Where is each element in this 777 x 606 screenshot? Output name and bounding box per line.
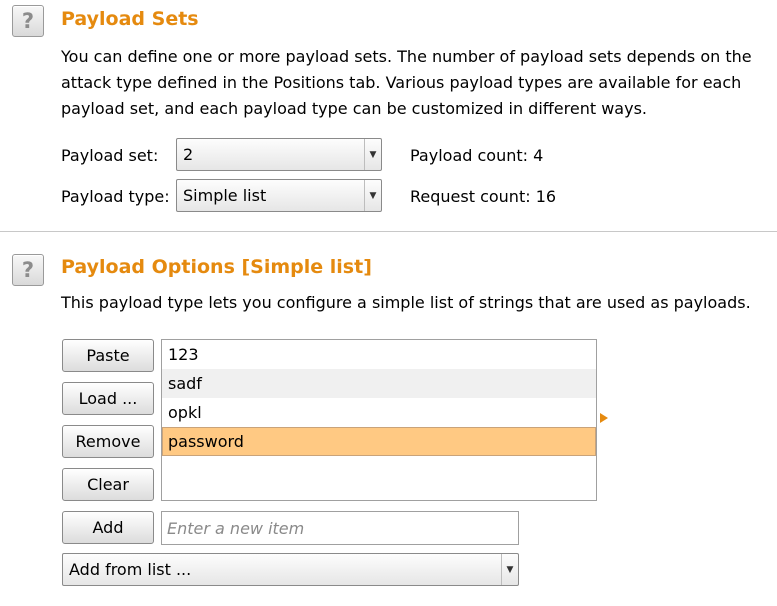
- payload-count: Payload count: 4: [410, 146, 543, 166]
- clear-button[interactable]: Clear: [62, 468, 154, 501]
- payload-sets-help-button[interactable]: ?: [12, 5, 44, 37]
- section-divider: [0, 231, 777, 232]
- payload-type-select[interactable]: Simple list ▼: [176, 179, 382, 212]
- payload-options-help-button[interactable]: ?: [12, 254, 44, 286]
- request-count: Request count: 16: [410, 187, 556, 207]
- dropdown-arrow-icon: ▼: [501, 554, 518, 585]
- payload-sets-description: You can define one or more payload sets.…: [61, 47, 752, 118]
- payload-list[interactable]: 123 sadf opkl password: [161, 339, 597, 501]
- payload-type-label: Payload type:: [61, 187, 170, 206]
- dropdown-arrow-icon: ▼: [364, 180, 381, 211]
- list-item-selected[interactable]: password: [162, 427, 596, 456]
- payload-sets-title: Payload Sets: [61, 8, 199, 30]
- payload-options-title: Payload Options [Simple list]: [61, 256, 372, 278]
- expand-triangle-icon[interactable]: [600, 413, 608, 423]
- new-item-input[interactable]: [161, 511, 519, 545]
- add-from-list-select[interactable]: Add from list ... ▼: [62, 553, 519, 586]
- payload-set-label: Payload set:: [61, 146, 159, 165]
- list-item[interactable]: sadf: [162, 369, 596, 398]
- request-count-value: 16: [535, 187, 557, 206]
- list-item[interactable]: 123: [162, 340, 596, 369]
- payload-set-select[interactable]: 2 ▼: [176, 138, 382, 171]
- add-from-list-label: Add from list ...: [69, 560, 192, 579]
- payload-options-description: This payload type lets you configure a s…: [61, 293, 751, 312]
- add-button[interactable]: Add: [62, 511, 154, 544]
- payload-count-value: 4: [533, 146, 544, 165]
- dropdown-arrow-icon: ▼: [364, 139, 381, 170]
- payload-count-label: Payload count:: [410, 146, 529, 165]
- payload-set-value: 2: [183, 145, 194, 164]
- paste-button[interactable]: Paste: [62, 339, 154, 372]
- list-item[interactable]: opkl: [162, 398, 596, 427]
- request-count-label: Request count:: [410, 187, 531, 206]
- payload-type-value: Simple list: [183, 186, 267, 205]
- remove-button[interactable]: Remove: [62, 425, 154, 458]
- load-button[interactable]: Load ...: [62, 382, 154, 415]
